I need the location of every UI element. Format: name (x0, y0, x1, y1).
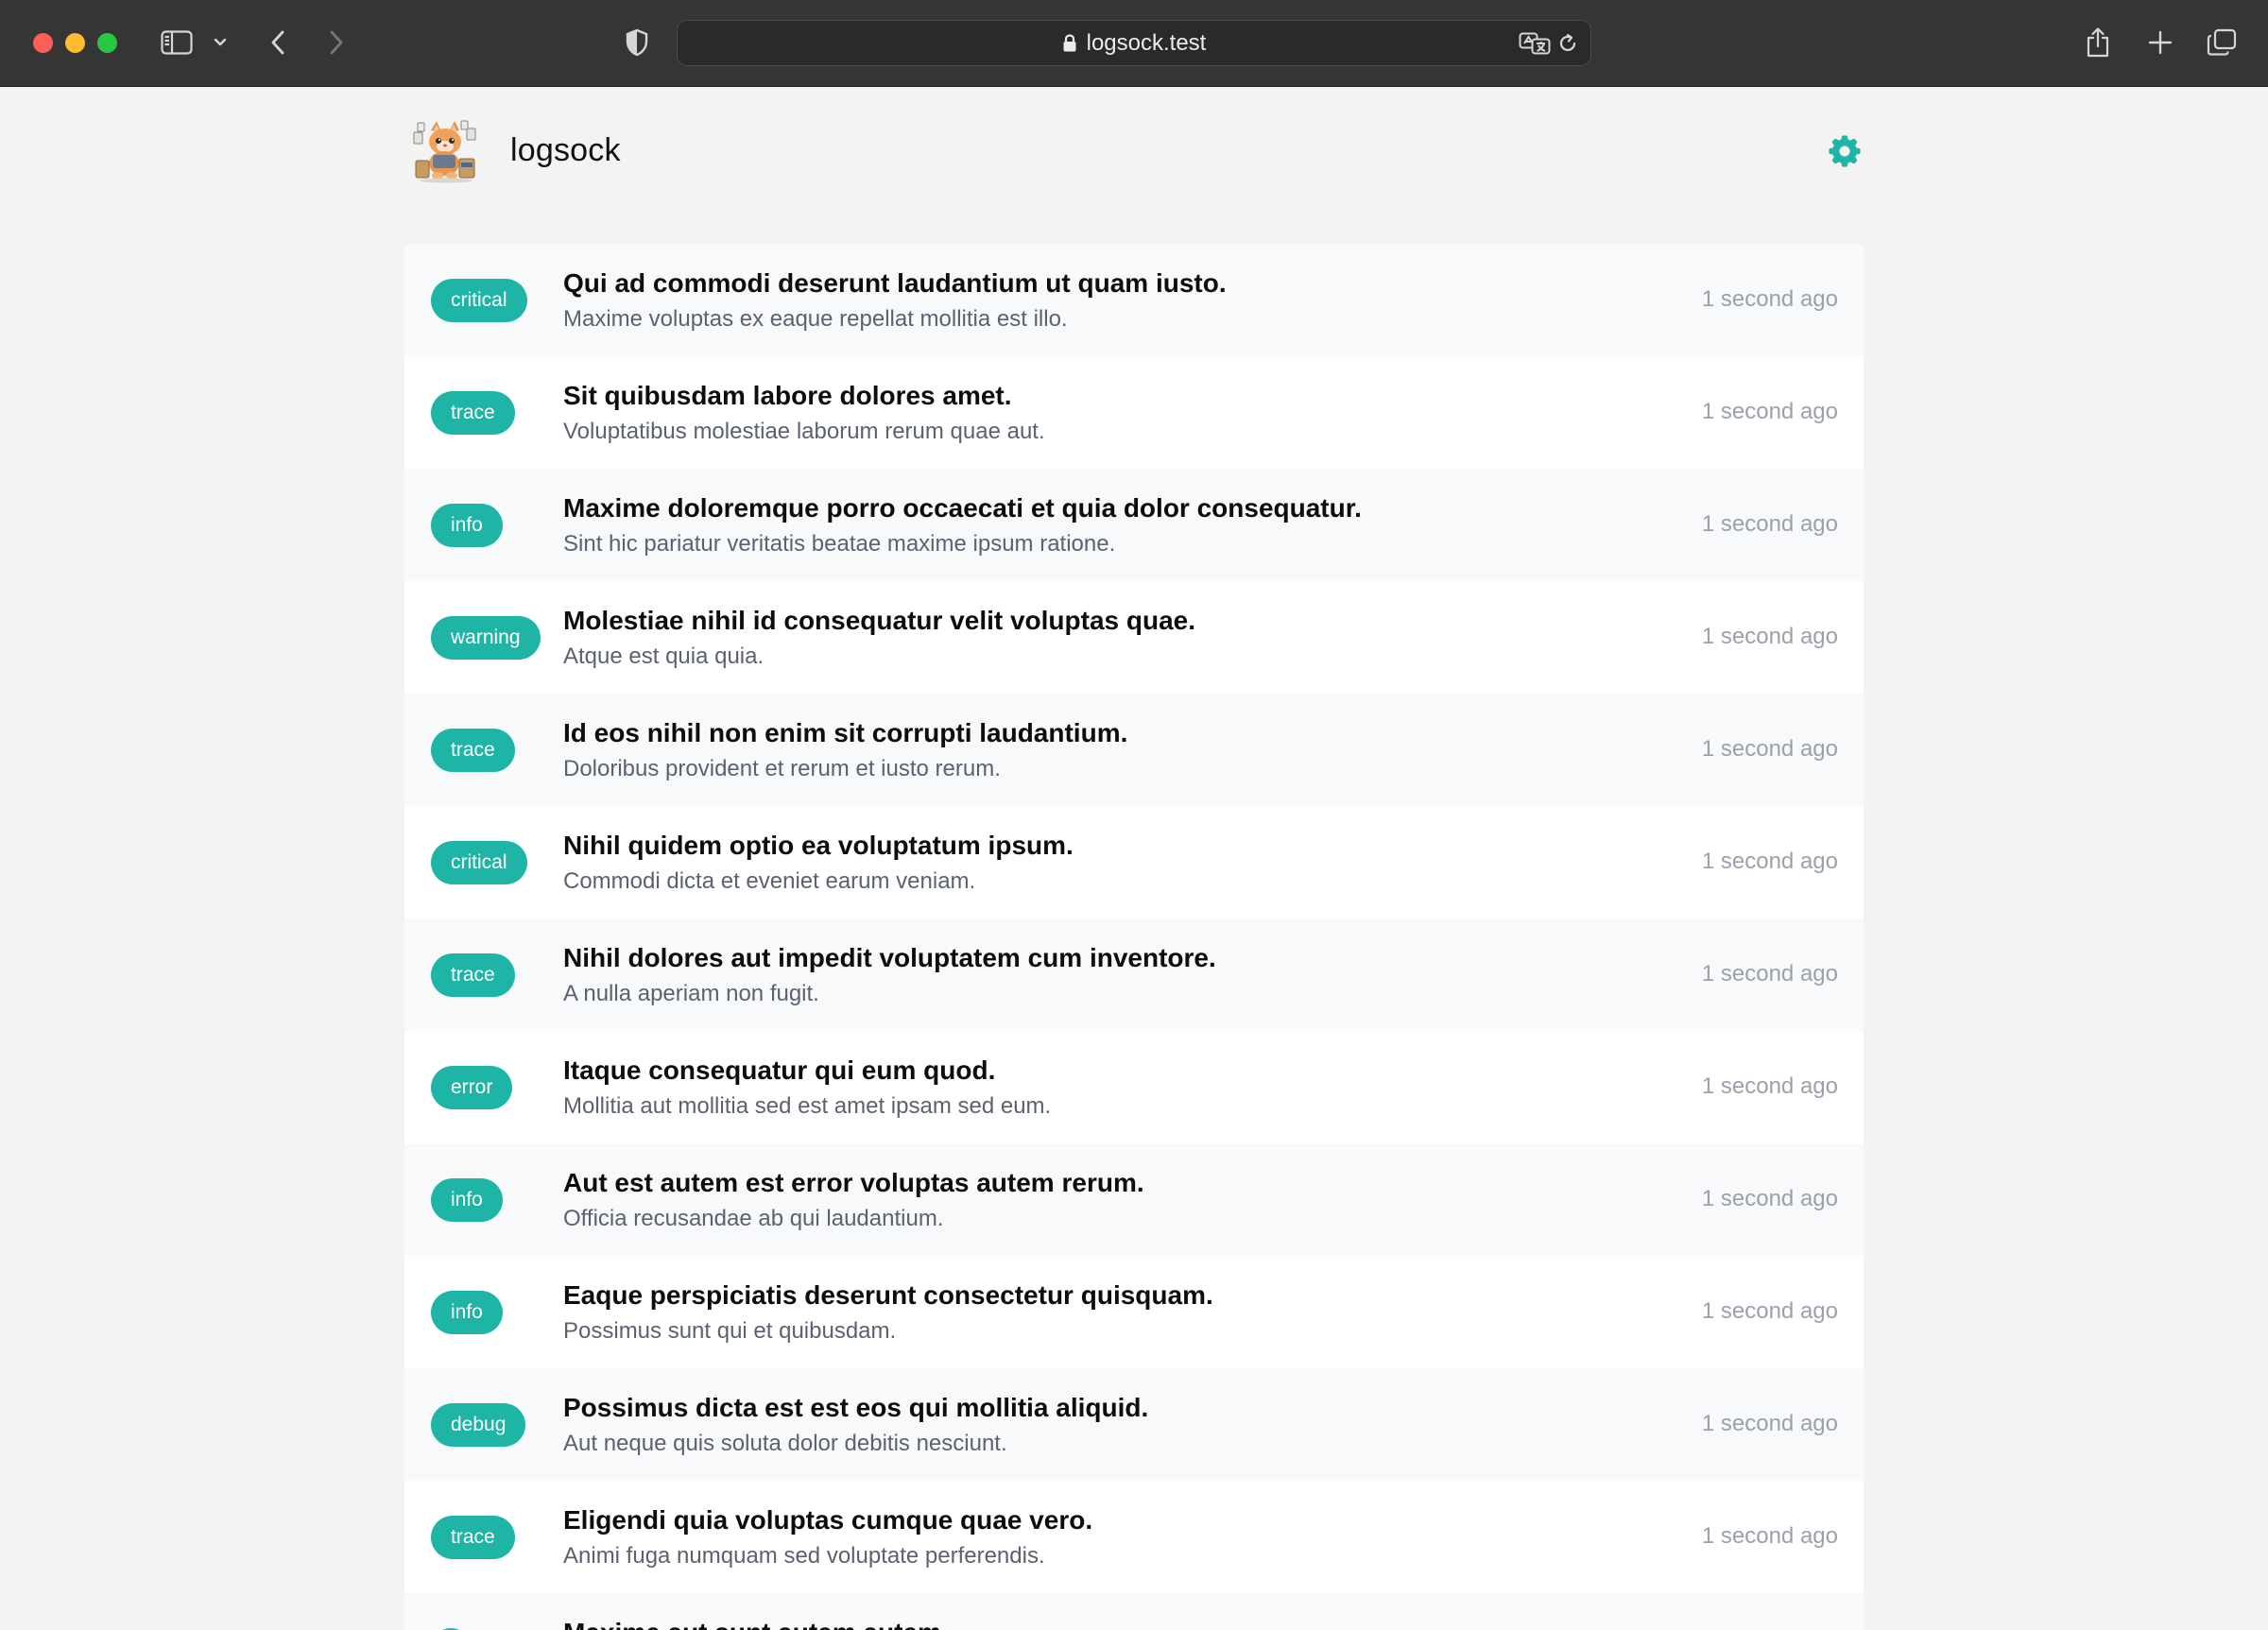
log-list: critical Qui ad commodi deserunt laudanti… (404, 244, 1864, 1630)
log-timestamp: 1 second ago (1701, 399, 1838, 424)
log-message: Officia recusandae ab qui laudantium. (563, 1206, 944, 1231)
log-message: Doloribus provident et rerum et iusto re… (563, 756, 1001, 781)
log-title: Maxime aut sunt autem autem. (563, 1618, 949, 1630)
log-title: Maxime doloremque porro occaecati et qui… (563, 493, 1362, 523)
log-level-badge: info (431, 1291, 503, 1334)
log-message: Voluptatibus molestiae laborum rerum qua… (563, 419, 1045, 444)
log-row[interactable]: trace Nihil dolores aut impedit voluptate… (404, 918, 1864, 1031)
log-title: Aut est autem est error voluptas autem r… (563, 1168, 1144, 1197)
log-title: Eligendi quia voluptas cumque quae vero. (563, 1505, 1093, 1535)
log-title: Molestiae nihil id consequatur velit vol… (563, 606, 1196, 635)
address-url: logsock.test (1086, 29, 1207, 56)
sidebar-toggle-icon[interactable] (159, 23, 195, 62)
log-timestamp: 1 second ago (1701, 624, 1838, 649)
log-row[interactable]: debug Possimus dicta est est eos qui moll… (404, 1368, 1864, 1481)
chevron-left-icon[interactable] (265, 23, 291, 62)
log-level-badge: info (431, 1178, 503, 1222)
log-row[interactable]: info Maxime doloremque porro occaecati et… (404, 469, 1864, 581)
log-message: Aut neque quis soluta dolor debitis nesc… (563, 1431, 1007, 1456)
log-level-badge: warning (431, 616, 541, 660)
log-row[interactable]: info Aut est autem est error voluptas aut… (404, 1143, 1864, 1256)
log-level-badge: trace (431, 391, 515, 435)
log-message: Maxime voluptas ex eaque repellat mollit… (563, 306, 1068, 332)
log-title: Nihil quidem optio ea voluptatum ipsum. (563, 831, 1074, 860)
log-level-badge: critical (431, 279, 527, 322)
log-level-badge: debug (431, 1403, 526, 1447)
log-row[interactable]: warning Molestiae nihil id consequatur ve… (404, 581, 1864, 694)
log-timestamp: 1 second ago (1701, 1523, 1838, 1549)
log-title: Itaque consequatur qui eum quod. (563, 1055, 996, 1085)
reload-icon[interactable] (1555, 30, 1581, 57)
share-icon[interactable] (2079, 23, 2117, 62)
log-timestamp: 1 second ago (1701, 961, 1838, 987)
log-timestamp: 1 second ago (1701, 1298, 1838, 1324)
log-row[interactable]: critical Qui ad commodi deserunt laudanti… (404, 244, 1864, 356)
shield-icon[interactable] (622, 23, 652, 62)
log-timestamp: 1 second ago (1701, 1411, 1838, 1436)
log-title: Eaque perspiciatis deserunt consectetur … (563, 1280, 1213, 1310)
log-title: Possimus dicta est est eos qui mollitia … (563, 1393, 1149, 1422)
log-timestamp: 1 second ago (1701, 511, 1838, 537)
window-close-button[interactable] (33, 33, 53, 53)
log-level-badge: info (431, 504, 503, 547)
log-timestamp: 1 second ago (1701, 1073, 1838, 1099)
log-message: Animi fuga numquam sed voluptate perfere… (563, 1543, 1045, 1569)
tabs-overview-icon[interactable] (2202, 23, 2242, 62)
address-bar[interactable]: logsock.test (677, 20, 1591, 66)
log-message: Atque est quia quia. (563, 643, 765, 669)
log-message: Mollitia aut mollitia sed est amet ipsam… (563, 1093, 1052, 1119)
log-level-badge: critical (431, 841, 527, 884)
logo[interactable] (412, 119, 478, 183)
log-level-badge: trace (431, 953, 515, 997)
settings-button[interactable] (1826, 132, 1864, 170)
gear-icon (1827, 133, 1863, 169)
log-row[interactable]: error Itaque consequatur qui eum quod. Mol… (404, 1031, 1864, 1143)
log-message: Commodi dicta et eveniet earum veniam. (563, 868, 976, 894)
log-title: Qui ad commodi deserunt laudantium ut qu… (563, 268, 1227, 298)
log-row[interactable]: trace Id eos nihil non enim sit corrupti … (404, 694, 1864, 806)
log-title: Nihil dolores aut impedit voluptatem cum… (563, 943, 1216, 972)
window-minimize-button[interactable] (65, 33, 85, 53)
browser-toolbar: logsock.test (0, 0, 2268, 87)
log-row[interactable]: Maxime aut sunt autem autem. (404, 1593, 1864, 1630)
chevron-down-icon[interactable] (210, 23, 231, 62)
log-row[interactable]: trace Sit quibusdam labore dolores amet. V… (404, 356, 1864, 469)
log-level-badge: error (431, 1066, 513, 1109)
log-timestamp: 1 second ago (1701, 286, 1838, 312)
log-message: Possimus sunt qui et quibusdam. (563, 1318, 897, 1344)
log-row[interactable]: critical Nihil quidem optio ea voluptatum… (404, 806, 1864, 918)
log-timestamp: 1 second ago (1701, 736, 1838, 762)
log-timestamp: 1 second ago (1701, 849, 1838, 874)
plus-icon[interactable] (2141, 23, 2179, 62)
log-title: Id eos nihil non enim sit corrupti lauda… (563, 718, 1128, 747)
window-zoom-button[interactable] (97, 33, 117, 53)
log-message: Sint hic pariatur veritatis beatae maxim… (563, 531, 1116, 557)
app-header: logsock (404, 113, 1864, 189)
log-title: Sit quibusdam labore dolores amet. (563, 381, 1012, 410)
log-level-badge: trace (431, 729, 515, 772)
log-row[interactable]: trace Eligendi quia voluptas cumque quae … (404, 1481, 1864, 1593)
log-timestamp: 1 second ago (1701, 1186, 1838, 1211)
translate-icon[interactable] (1519, 30, 1551, 57)
log-message: A nulla aperiam non fugit. (563, 981, 819, 1006)
log-row[interactable]: info Eaque perspiciatis deserunt consecte… (404, 1256, 1864, 1368)
chevron-right-icon[interactable] (323, 23, 350, 62)
lock-icon (1062, 33, 1077, 53)
log-level-badge: trace (431, 1516, 515, 1559)
app-name: logsock (510, 132, 621, 168)
